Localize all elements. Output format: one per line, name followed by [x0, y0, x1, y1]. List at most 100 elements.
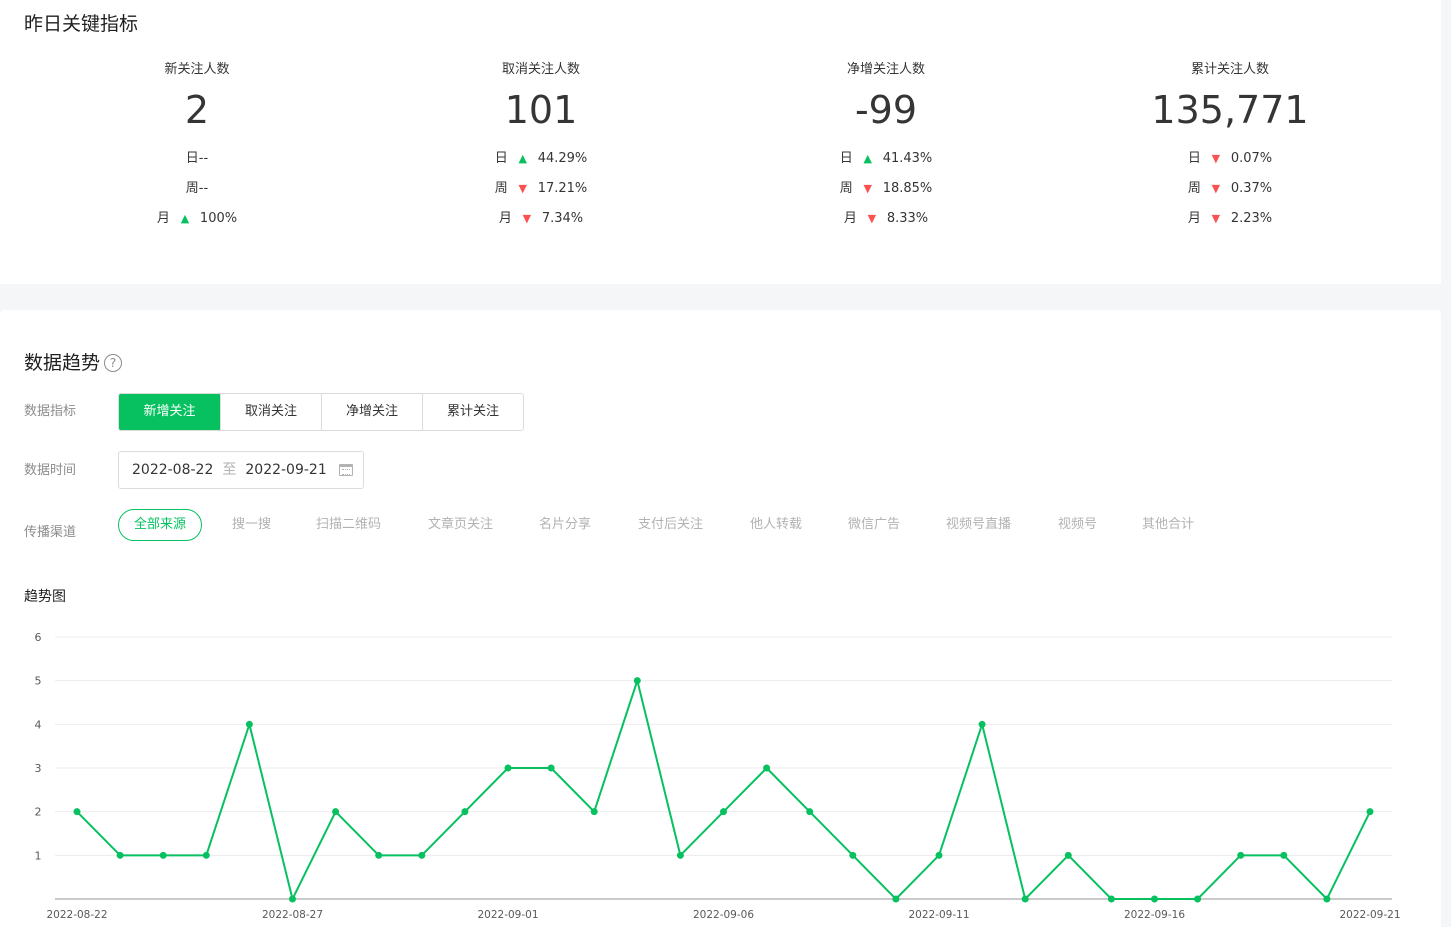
y-tick-label: 1 — [35, 849, 42, 862]
compare-period: 日 — [1187, 151, 1201, 166]
kpi-value: -99 — [854, 88, 918, 132]
channel-item-5[interactable]: 支付后关注 — [638, 509, 703, 541]
kpi-compare-row: 周-- — [67, 174, 327, 204]
key-metrics-title: 昨日关键指标 — [24, 13, 139, 35]
data-trend-title: 数据趋势? — [24, 348, 123, 375]
data-point — [935, 851, 943, 859]
chart-title: 趋势图 — [24, 589, 66, 605]
help-icon[interactable]: ? — [104, 354, 123, 372]
series-line — [76, 679, 1371, 900]
x-tick-label: 2022-09-16 — [1124, 909, 1185, 921]
arrow-down-icon: ▼ — [1211, 182, 1221, 195]
data-point — [1194, 895, 1202, 903]
metric-tab-3[interactable]: 累计关注 — [422, 394, 523, 430]
x-tick-label: 2022-09-01 — [477, 909, 538, 921]
x-tick-label: 2022-09-11 — [908, 909, 969, 921]
kpi-card-0: 新关注人数 2 日-- 周-- 月 ▲ 100% — [67, 60, 327, 234]
data-point — [763, 764, 771, 772]
kpi-label: 累计关注人数 — [1190, 62, 1269, 77]
channel-label: 传播渠道 — [24, 525, 77, 540]
kpi-compare-row: 月 ▼ 2.23% — [1100, 204, 1360, 234]
metric-label: 数据指标 — [24, 404, 77, 419]
channel-item-3[interactable]: 文章页关注 — [428, 509, 493, 541]
data-point — [1366, 808, 1374, 816]
compare-percent: 0.37% — [1230, 181, 1273, 196]
compare-period: 日 — [494, 151, 508, 166]
date-range-picker[interactable]: 2022-08-22 至 2022-09-21 — [118, 451, 364, 489]
compare-period: 日 — [839, 151, 853, 166]
kpi-card-1: 取消关注人数 101 日 ▲ 44.29% 周 ▼ 17.21% 月 ▼ 7.34% — [411, 60, 671, 234]
compare-period: 周 — [1187, 181, 1201, 196]
kpi-compare-row: 月 ▼ 7.34% — [411, 204, 671, 234]
data-point — [1021, 895, 1029, 903]
compare-period: 周 — [494, 181, 508, 196]
kpi-label: 净增关注人数 — [846, 62, 925, 77]
y-tick-label: 3 — [35, 762, 42, 775]
key-metrics-card: 昨日关键指标 新关注人数 2 日-- 周-- 月 ▲ 100% 取消关注人数 101 日 ▲ 44.2… — [0, 0, 1441, 284]
data-point — [1280, 851, 1288, 859]
data-point — [73, 808, 81, 816]
date-separator: 至 — [222, 462, 237, 478]
compare-percent: 2.23% — [1230, 211, 1273, 226]
channel-item-4[interactable]: 名片分享 — [539, 509, 591, 541]
kpi-card-3: 累计关注人数 135,771 日 ▼ 0.07% 周 ▼ 0.37% 月 ▼ 2.23% — [1100, 60, 1360, 234]
channel-item-7[interactable]: 微信广告 — [848, 509, 900, 541]
data-point — [590, 808, 598, 816]
data-trend-card: 数据趋势? 数据指标 新增关注 取消关注 净增关注 累计关注 数据时间 2022-08… — [0, 310, 1441, 927]
channel-item-9[interactable]: 视频号 — [1058, 509, 1097, 541]
compare-period: 月 — [498, 211, 512, 226]
y-tick-label: 4 — [35, 718, 42, 731]
y-tick-label: 5 — [35, 675, 42, 688]
time-label: 数据时间 — [24, 463, 77, 478]
trend-chart: 1 2 3 4 5 6 2022-08-22 2022-08-27 2022-09-01 2022… — [35, 631, 1401, 921]
arrow-down-icon: ▼ — [1211, 212, 1221, 225]
kpi-value: 135,771 — [1151, 88, 1309, 132]
data-point — [1064, 851, 1072, 859]
kpi-label: 取消关注人数 — [501, 62, 580, 77]
calendar-icon[interactable] — [339, 464, 353, 476]
y-tick-label: 2 — [35, 806, 42, 819]
channel-item-2[interactable]: 扫描二维码 — [316, 509, 381, 541]
channel-item-1[interactable]: 搜一搜 — [232, 509, 271, 541]
kpi-compare-row: 日 ▲ 41.43% — [756, 144, 1016, 174]
date-start: 2022-08-22 — [132, 462, 214, 478]
data-point — [202, 851, 210, 859]
data-point — [806, 808, 814, 816]
metric-tab-2[interactable]: 净增关注 — [321, 394, 422, 430]
kpi-compare-row: 日 ▼ 0.07% — [1100, 144, 1360, 174]
x-tick-label: 2022-09-21 — [1339, 909, 1400, 921]
data-trend-title-text: 数据趋势 — [24, 352, 101, 374]
arrow-down-icon: ▼ — [522, 212, 532, 225]
compare-percent: 8.33% — [886, 211, 929, 226]
data-point — [633, 677, 641, 685]
data-point — [245, 720, 253, 728]
data-point — [289, 895, 296, 903]
kpi-value: 2 — [184, 88, 210, 132]
compare-period: 周-- — [185, 181, 209, 196]
data-point — [461, 808, 469, 816]
data-point — [1237, 851, 1245, 859]
kpi-compare-row: 日 ▲ 44.29% — [411, 144, 671, 174]
metric-tab-1[interactable]: 取消关注 — [220, 394, 321, 430]
channel-item-10[interactable]: 其他合计 — [1142, 509, 1194, 541]
channel-item-8[interactable]: 视频号直播 — [946, 509, 1011, 541]
compare-percent: 0.07% — [1230, 151, 1273, 166]
metric-tab-0[interactable]: 新增关注 — [119, 394, 220, 430]
x-tick-label: 2022-08-27 — [262, 909, 323, 921]
channel-item-0[interactable]: 全部来源 — [118, 509, 203, 541]
compare-percent: 41.43% — [882, 151, 933, 166]
compare-period: 周 — [839, 181, 853, 196]
channel-item-6[interactable]: 他人转载 — [750, 509, 802, 541]
data-point — [978, 720, 986, 728]
kpi-compare-row: 周 ▼ 18.85% — [756, 174, 1016, 204]
data-point — [1323, 895, 1331, 903]
data-point — [159, 851, 167, 859]
arrow-up-icon: ▲ — [518, 152, 527, 165]
kpi-compare-row: 周 ▼ 17.21% — [411, 174, 671, 204]
compare-period: 月 — [843, 211, 857, 226]
kpi-compare-row: 月 ▲ 100% — [67, 204, 327, 234]
compare-percent: 100% — [199, 211, 238, 226]
x-tick-label: 2022-09-06 — [693, 909, 754, 921]
y-tick-label: 6 — [35, 631, 42, 644]
x-tick-label: 2022-08-22 — [46, 909, 107, 921]
